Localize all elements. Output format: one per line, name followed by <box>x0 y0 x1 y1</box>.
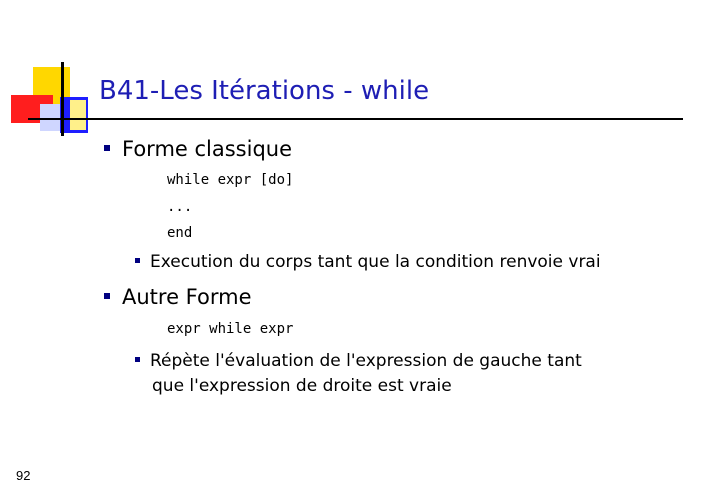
sub-bullet-repete: Répète l'évaluation de l'expression de g… <box>135 349 582 399</box>
decor-light-yellow-square <box>70 100 86 130</box>
sub-bullet-text-line1: Répète l'évaluation de l'expression de g… <box>150 351 582 371</box>
code-line: expr while expr <box>167 321 294 337</box>
square-bullet-icon <box>135 257 140 263</box>
bullet-autre-forme: Autre Forme <box>104 285 252 309</box>
sub-bullet-text-line2: que l'expression de droite est vraie <box>152 376 452 396</box>
square-bullet-icon <box>104 293 110 299</box>
decor-vertical-line <box>61 62 64 136</box>
page-number: 92 <box>16 468 31 483</box>
square-bullet-icon <box>104 145 110 151</box>
title-underline <box>28 118 683 120</box>
slide-title: B41-Les Itérations - while <box>99 76 430 106</box>
bullet-heading: Forme classique <box>122 137 293 161</box>
code-line: ... <box>167 199 193 215</box>
bullet-forme-classique: Forme classique <box>104 137 292 161</box>
square-bullet-icon <box>135 356 140 362</box>
bullet-heading: Autre Forme <box>122 285 252 309</box>
sub-bullet-execution: Execution du corps tant que la condition… <box>135 252 601 272</box>
code-line: while expr [do] <box>167 172 294 188</box>
sub-bullet-text: Execution du corps tant que la condition… <box>150 252 601 272</box>
code-line: end <box>167 225 193 241</box>
